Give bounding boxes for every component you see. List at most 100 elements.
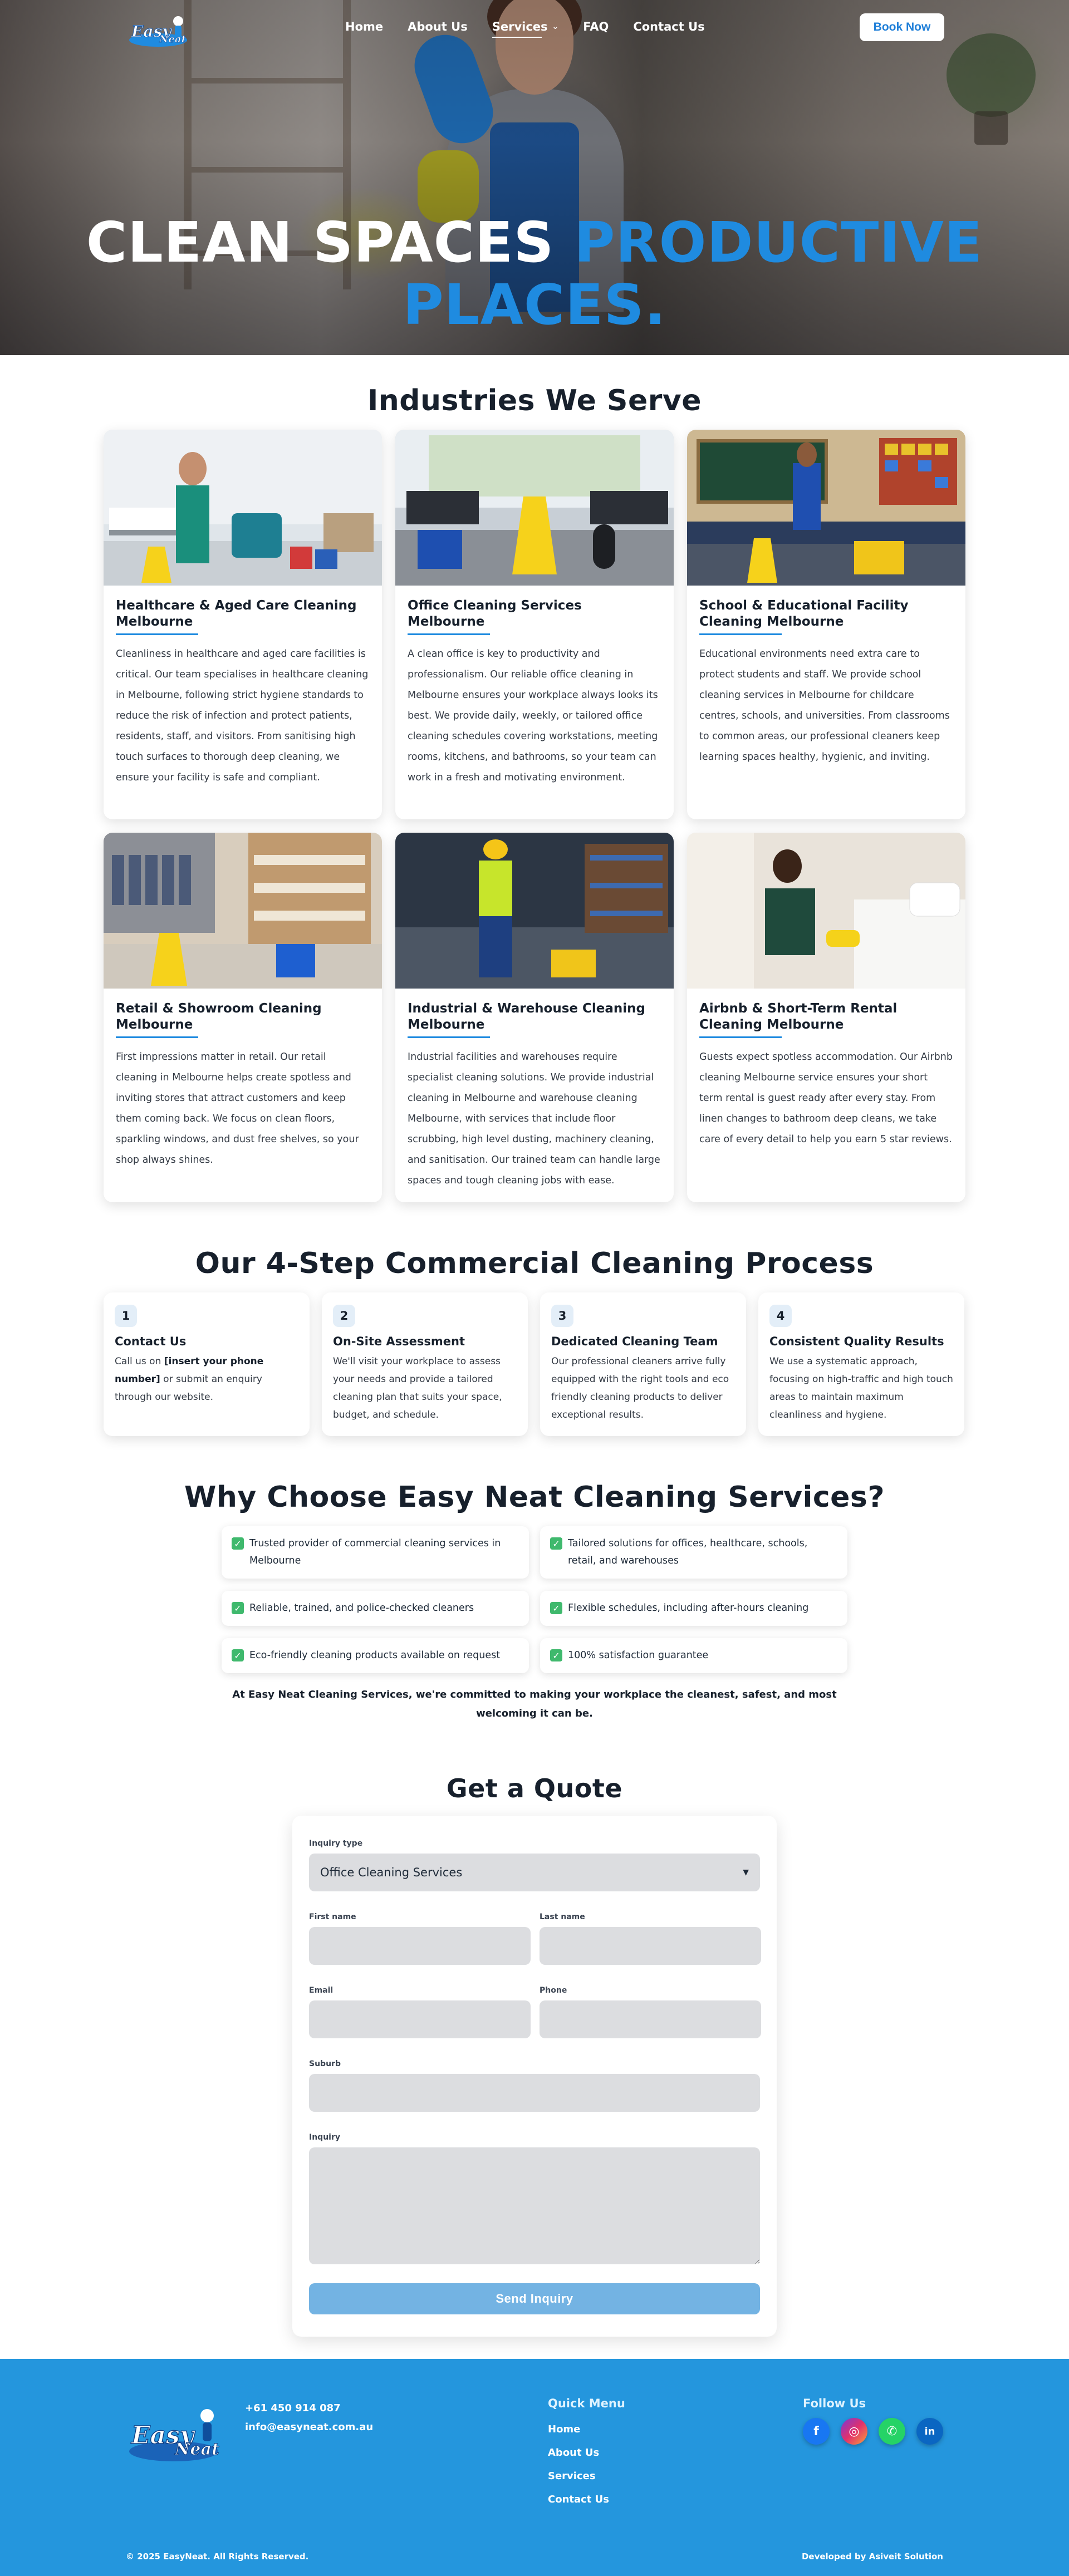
industry-card-industrial: Industrial & Warehouse Cleaning Melbourn… xyxy=(395,833,674,1202)
industry-card-office: Office Cleaning Services Melbourne A cle… xyxy=(395,430,674,819)
step-text: Our professional cleaners arrive fully e… xyxy=(551,1356,729,1420)
easy-neat-logo[interactable]: Easy Neat xyxy=(127,12,193,50)
linkedin-icon[interactable]: in xyxy=(916,2418,943,2445)
check-icon: ✓ xyxy=(232,1537,244,1550)
process-step-2: 2 On-Site Assessment We'll visit your wo… xyxy=(322,1292,528,1436)
footer-phone[interactable]: +61 450 914 087 xyxy=(245,2399,373,2418)
step-title: Consistent Quality Results xyxy=(769,1335,944,1348)
industries-heading: Industries We Serve xyxy=(367,384,702,417)
inquiry-type-select[interactable]: Office Cleaning Services ▼ xyxy=(309,1854,760,1891)
quote-form: Inquiry type Office Cleaning Services ▼ F… xyxy=(292,1816,777,2337)
dropdown-caret-icon: ▼ xyxy=(743,1868,749,1877)
whatsapp-icon[interactable]: ✆ xyxy=(879,2418,905,2445)
suburb-label: Suburb xyxy=(309,2059,341,2068)
nav-about-us[interactable]: About Us xyxy=(408,20,468,33)
suburb-input[interactable] xyxy=(309,2074,760,2112)
developer-credit[interactable]: Developed by Asiveit Solution xyxy=(802,2552,943,2562)
why-item: ✓ Eco-friendly cleaning products availabl… xyxy=(222,1638,529,1673)
footer-link-home[interactable]: Home xyxy=(548,2418,625,2441)
industry-card-text: Guests expect spotless accommodation. Ou… xyxy=(699,1051,953,1145)
quote-section: Get a Quote Inquiry type Office Cleaning… xyxy=(0,1723,1069,2337)
why-item: ✓ 100% satisfaction guarantee xyxy=(540,1638,847,1673)
main-navbar: Easy Neat Home About Us Services ⌄ FAQ Co… xyxy=(0,0,1069,56)
check-icon: ✓ xyxy=(232,1602,244,1614)
process-heading: Our 4-Step Commercial Cleaning Process xyxy=(195,1247,874,1280)
email-label: Email xyxy=(309,1986,334,1995)
nav-links: Home About Us Services ⌄ FAQ Contact Us xyxy=(345,20,729,38)
check-icon: ✓ xyxy=(232,1649,244,1661)
industry-card-title: Healthcare & Aged Care Cleaning Melbourn… xyxy=(116,598,357,629)
first-name-label: First name xyxy=(309,1913,356,1921)
nav-home[interactable]: Home xyxy=(345,20,383,33)
step-number: 1 xyxy=(115,1305,137,1327)
airbnb-image xyxy=(687,833,965,989)
industry-card-text: Cleanliness in healthcare and aged care … xyxy=(116,648,369,783)
industry-card-title: Office Cleaning Services Melbourne xyxy=(408,598,582,629)
send-inquiry-button[interactable]: Send Inquiry xyxy=(309,2283,760,2314)
step-title: Dedicated Cleaning Team xyxy=(551,1335,718,1348)
quote-heading: Get a Quote xyxy=(446,1773,623,1803)
phone-label: Phone xyxy=(540,1986,567,1995)
hero-title: CLEAN SPACES PRODUCTIVE PLACES. xyxy=(86,210,983,337)
step-text: We use a systematic approach, focusing o… xyxy=(769,1356,953,1420)
step-number: 3 xyxy=(551,1305,573,1327)
step-text: We'll visit your workplace to assess you… xyxy=(333,1356,502,1420)
phone-input[interactable] xyxy=(540,2000,761,2038)
industry-card-title: Retail & Showroom Cleaning Melbourne xyxy=(116,1001,322,1032)
nav-services[interactable]: Services ⌄ xyxy=(492,20,559,38)
footer-email[interactable]: info@easyneat.com.au xyxy=(245,2418,373,2437)
book-now-button[interactable]: Book Now xyxy=(860,13,944,41)
retail-image xyxy=(104,833,382,989)
industry-card-airbnb: Airbnb & Short-Term Rental Cleaning Melb… xyxy=(687,833,965,1202)
nav-faq[interactable]: FAQ xyxy=(583,20,609,33)
footer-link-about-us[interactable]: About Us xyxy=(548,2441,625,2465)
svg-text:Neat: Neat xyxy=(174,2440,219,2459)
why-item: ✓ Flexible schedules, including after-hou… xyxy=(540,1591,847,1626)
industry-card-text: First impressions matter in retail. Our … xyxy=(116,1051,359,1166)
office-image xyxy=(395,430,674,586)
footer-link-services[interactable]: Services xyxy=(548,2465,625,2488)
why-item: ✓ Tailored solutions for offices, healthc… xyxy=(540,1526,847,1579)
footer-contact: +61 450 914 087 info@easyneat.com.au xyxy=(245,2399,373,2437)
last-name-input[interactable] xyxy=(540,1927,761,1965)
why-choose-section: Why Choose Easy Neat Cleaning Services? … xyxy=(0,1436,1069,1723)
healthcare-image xyxy=(104,430,382,586)
hero-section: Easy Neat Home About Us Services ⌄ FAQ Co… xyxy=(0,0,1069,355)
footer-follow: Follow Us f ◎ ✆ in xyxy=(803,2397,943,2445)
footer-link-contact-us[interactable]: Contact Us xyxy=(548,2488,625,2511)
footer-quick-menu: Quick Menu Home About Us Services Contac… xyxy=(548,2397,625,2511)
check-icon: ✓ xyxy=(550,1537,562,1550)
industry-card-title: Airbnb & Short-Term Rental Cleaning Melb… xyxy=(699,1001,898,1032)
industry-card-title: School & Educational Facility Cleaning M… xyxy=(699,598,909,629)
industries-section: Industries We Serve Healthcare & Aged Ca… xyxy=(0,355,1069,1202)
first-name-input[interactable] xyxy=(309,1927,531,1965)
industry-card-school: School & Educational Facility Cleaning M… xyxy=(687,430,965,819)
step-text: Call us on [insert your phone number] or… xyxy=(115,1356,264,1403)
check-icon: ✓ xyxy=(550,1602,562,1614)
site-footer: Easy Neat +61 450 914 087 info@easyneat.… xyxy=(0,2359,1069,2576)
step-title: Contact Us xyxy=(115,1335,187,1348)
industry-card-text: Educational environments need extra care… xyxy=(699,648,950,763)
email-input[interactable] xyxy=(309,2000,531,2038)
facebook-icon[interactable]: f xyxy=(803,2418,830,2445)
follow-heading: Follow Us xyxy=(803,2397,866,2410)
inquiry-label: Inquiry xyxy=(309,2133,340,2142)
process-step-1: 1 Contact Us Call us on [insert your pho… xyxy=(104,1292,310,1436)
industry-card-text: A clean office is key to productivity an… xyxy=(408,648,658,783)
footer-logo[interactable]: Easy Neat xyxy=(126,2403,226,2467)
inquiry-type-label: Inquiry type xyxy=(309,1839,363,1848)
check-icon: ✓ xyxy=(550,1649,562,1661)
school-image xyxy=(687,430,965,586)
process-section: Our 4-Step Commercial Cleaning Process 1… xyxy=(0,1202,1069,1436)
industrial-image xyxy=(395,833,674,989)
industry-card-retail: Retail & Showroom Cleaning Melbourne Fir… xyxy=(104,833,382,1202)
step-number: 2 xyxy=(333,1305,355,1327)
why-item: ✓ Reliable, trained, and police-checked c… xyxy=(222,1591,529,1626)
process-step-4: 4 Consistent Quality Results We use a sy… xyxy=(758,1292,964,1436)
chevron-down-icon: ⌄ xyxy=(552,22,559,31)
nav-contact-us[interactable]: Contact Us xyxy=(633,20,704,33)
inquiry-textarea[interactable] xyxy=(309,2147,760,2264)
instagram-icon[interactable]: ◎ xyxy=(841,2418,867,2445)
process-step-3: 3 Dedicated Cleaning Team Our profession… xyxy=(540,1292,746,1436)
industry-card-healthcare: Healthcare & Aged Care Cleaning Melbourn… xyxy=(104,430,382,819)
